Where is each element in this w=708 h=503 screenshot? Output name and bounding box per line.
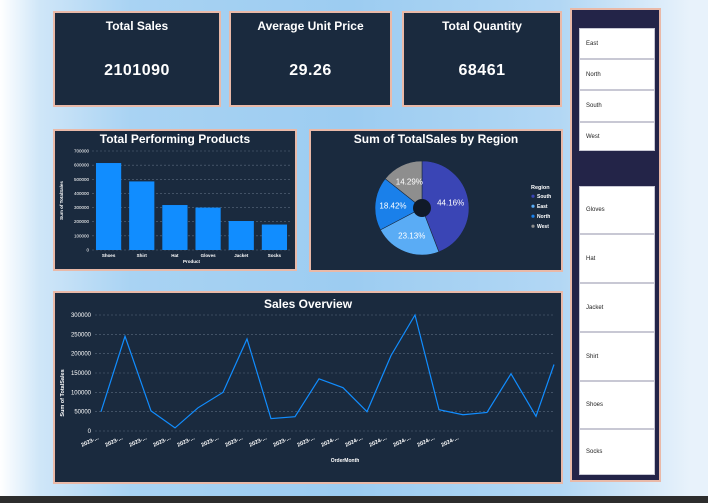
line-y-tick-label: 100000 [71, 390, 92, 396]
kpi-card-average-unit-price: Average Unit Price 29.26 [229, 11, 392, 107]
pie-legend-item: West [537, 224, 549, 230]
line-x-tick-label: 2023-... [224, 435, 244, 449]
bar-y-tick-label: 600000 [74, 163, 90, 168]
slicer-item-south[interactable]: South [579, 90, 655, 122]
line-x-tick-label: 2023-... [152, 435, 172, 449]
bar-x-tick-label: Shoes [102, 253, 116, 258]
line-x-tick-label: 2023-... [296, 435, 316, 449]
kpi-title: Average Unit Price [257, 19, 364, 33]
kpi-card-total-sales: Total Sales 2101090 [53, 11, 221, 107]
bar-y-tick-label: 500000 [74, 177, 90, 182]
line-x-tick-label: 2023-... [248, 435, 268, 449]
bar-y-tick-label: 200000 [74, 219, 90, 224]
bar-y-tick-label: 700000 [74, 149, 90, 154]
bar-x-tick-label: Jacket [234, 253, 249, 258]
line-x-tick-label: 2023-... [272, 435, 292, 449]
slicer-item-north[interactable]: North [579, 59, 655, 90]
kpi-value: 2101090 [104, 62, 170, 79]
bar-x-axis-label: Product [183, 259, 201, 264]
pie-legend-marker [531, 204, 535, 208]
pie-legend-marker [531, 224, 535, 228]
line-chart-panel[interactable]: Sales Overview 0 50000 100000 150000 200000 2… [53, 291, 563, 484]
bar-chart: 0 100000 200000 300000 400000 500000 600000 700… [59, 149, 291, 264]
line-y-tick-label: 50000 [74, 410, 91, 416]
slicer-item-gloves[interactable]: Gloves [579, 186, 655, 234]
bar-y-tick-label: 0 [86, 248, 89, 253]
kpi-title: Total Sales [105, 19, 169, 33]
pie-legend-item: East [537, 204, 548, 210]
bar-shoes [95, 163, 122, 250]
pie-legend-item: North [537, 214, 550, 220]
pie-center-hole [413, 199, 431, 217]
line-x-tick-label: 2024-... [416, 435, 436, 449]
slicer-item-east[interactable]: East [579, 28, 655, 59]
bar-x-tick-label: Socks [268, 253, 282, 258]
line-x-tick-label: 2023-... [104, 435, 124, 449]
kpi-card-total-quantity: Total Quantity 68461 [402, 11, 562, 107]
slicer-item-shoes[interactable]: Shoes [579, 381, 655, 429]
pie-slice-label: 18.42% [379, 201, 406, 210]
line-y-tick-label: 200000 [71, 352, 92, 358]
pie-chart: 44.16% 23.13% 18.42% 14.29% Region South East N… [374, 160, 551, 256]
kpi-title: Total Quantity [442, 19, 522, 33]
slicer-item-socks[interactable]: Socks [579, 429, 655, 475]
pie-legend-item: South [537, 194, 551, 200]
line-x-tick-label: 2024-... [440, 435, 460, 449]
bar-y-tick-label: 100000 [74, 233, 90, 238]
kpi-value: 29.26 [289, 62, 332, 79]
bar-shirt [129, 181, 155, 250]
line-series [100, 313, 555, 429]
bar-socks [261, 224, 288, 250]
line-x-tick-label: 2024-... [392, 435, 412, 449]
line-chart: 0 50000 100000 150000 200000 250000 300000 2023… [60, 313, 555, 464]
line-x-tick-label: 2024-... [344, 435, 364, 449]
bottom-bar [0, 496, 708, 503]
pie-legend-marker [531, 194, 535, 198]
line-y-tick-label: 300000 [71, 313, 92, 319]
line-x-tick-label: 2023-... [176, 435, 196, 449]
bar-hat [162, 205, 188, 250]
line-y-tick-label: 0 [88, 429, 92, 435]
bar-x-tick-label: Gloves [201, 253, 217, 258]
bar-y-tick-label: 300000 [74, 205, 90, 210]
line-x-tick-label: 2023-... [200, 435, 220, 449]
line-x-axis-label: OrderMonth [331, 458, 360, 464]
bar-jacket [228, 221, 254, 250]
kpi-value: 68461 [458, 62, 506, 79]
line-y-tick-label: 250000 [71, 332, 92, 338]
bar-x-tick-label: Shirt [137, 253, 148, 258]
bar-x-tick-label: Hat [171, 253, 179, 258]
pie-slice-label: 23.13% [398, 231, 425, 240]
slicer-panel: East North South West Gloves Hat Jacket … [570, 8, 661, 482]
line-y-tick-label: 150000 [71, 371, 92, 377]
line-x-tick-label: 2023-... [128, 435, 148, 449]
pie-legend-marker [531, 214, 535, 218]
slicer-item-west[interactable]: West [579, 122, 655, 151]
bar-gloves [195, 207, 221, 250]
line-x-tick-label: 2023-... [80, 435, 100, 449]
pie-slice-label: 44.16% [437, 199, 464, 208]
bar-chart-panel[interactable]: Total Performing Products 0 100000 200000 3… [53, 129, 297, 271]
pie-chart-panel[interactable]: Sum of TotalSales by Region 44.16% 23.13%… [309, 129, 563, 272]
line-x-tick-label: 2024-... [368, 435, 388, 449]
pie-legend-title: Region [531, 185, 550, 191]
slicer-item-shirt[interactable]: Shirt [579, 332, 655, 381]
bar-y-axis-label: Sum of TotalSales [59, 181, 64, 220]
slicer-item-hat[interactable]: Hat [579, 234, 655, 283]
line-y-axis-label: Sum of TotalSales [60, 369, 66, 416]
pie-slice-label: 14.29% [396, 178, 423, 187]
bar-y-tick-label: 400000 [74, 191, 90, 196]
line-x-tick-label: 2024-... [320, 435, 340, 449]
slicer-item-jacket[interactable]: Jacket [579, 283, 655, 332]
